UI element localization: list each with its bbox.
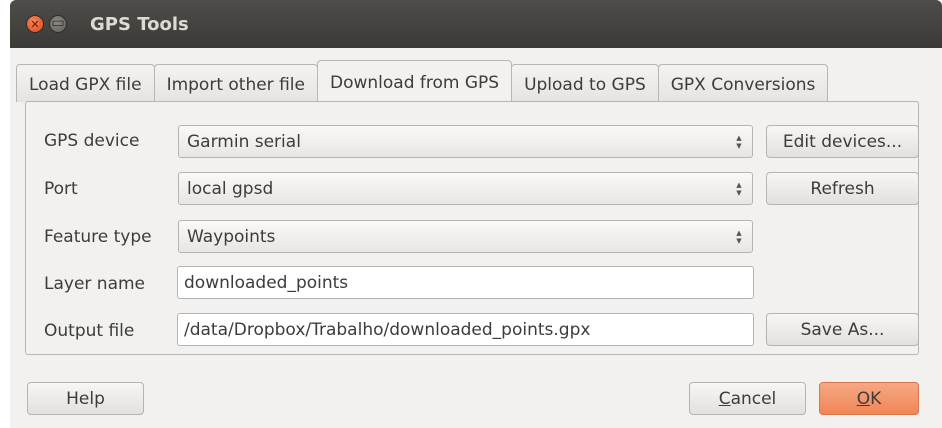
tab-load-gpx-file[interactable]: Load GPX file (16, 64, 155, 102)
help-button[interactable]: Help (27, 382, 144, 415)
cancel-label-rest: ancel (730, 389, 777, 409)
tab-download-from-gps[interactable]: Download from GPS (316, 60, 513, 101)
port-combo[interactable]: local gpsd ▲ ▼ (178, 172, 753, 205)
save-as-button[interactable]: Save As... (766, 313, 919, 346)
ok-label-rest: K (870, 389, 882, 409)
updown-arrows-icon: ▲ ▼ (736, 134, 742, 150)
output-file-label: Output file (44, 321, 135, 341)
close-icon[interactable]: ✕ (26, 15, 44, 33)
window-title: GPS Tools (90, 14, 189, 35)
edit-devices-button[interactable]: Edit devices... (766, 125, 919, 158)
ok-mnemonic: O (856, 389, 871, 409)
layer-name-input[interactable]: downloaded_points (177, 266, 754, 299)
tab-import-other-file[interactable]: Import other file (153, 64, 318, 102)
feature-type-label: Feature type (44, 227, 152, 247)
refresh-button[interactable]: Refresh (766, 172, 919, 205)
cancel-mnemonic: C (718, 389, 731, 409)
updown-arrows-icon: ▲ ▼ (736, 181, 742, 197)
feature-type-combo[interactable]: Waypoints ▲ ▼ (178, 220, 753, 253)
tab-upload-to-gps[interactable]: Upload to GPS (511, 64, 659, 102)
feature-type-value: Waypoints (187, 227, 276, 247)
minimize-icon[interactable]: ▭ (49, 15, 67, 33)
tab-bar: Load GPX file Import other file Download… (16, 60, 829, 102)
tab-gpx-conversions[interactable]: GPX Conversions (657, 64, 829, 102)
port-value: local gpsd (187, 179, 274, 199)
layer-name-label: Layer name (44, 274, 146, 294)
gps-device-combo[interactable]: Garmin serial ▲ ▼ (178, 125, 753, 158)
updown-arrows-icon: ▲ ▼ (736, 229, 742, 245)
gps-device-value: Garmin serial (187, 132, 301, 152)
ok-button[interactable]: OK (819, 382, 919, 415)
cancel-button[interactable]: Cancel (689, 382, 806, 415)
port-label: Port (44, 179, 78, 199)
output-file-input[interactable]: /data/Dropbox/Trabalho/downloaded_points… (177, 313, 754, 346)
gps-device-label: GPS device (44, 131, 140, 151)
title-bar: ✕ ▭ GPS Tools (10, 0, 942, 48)
